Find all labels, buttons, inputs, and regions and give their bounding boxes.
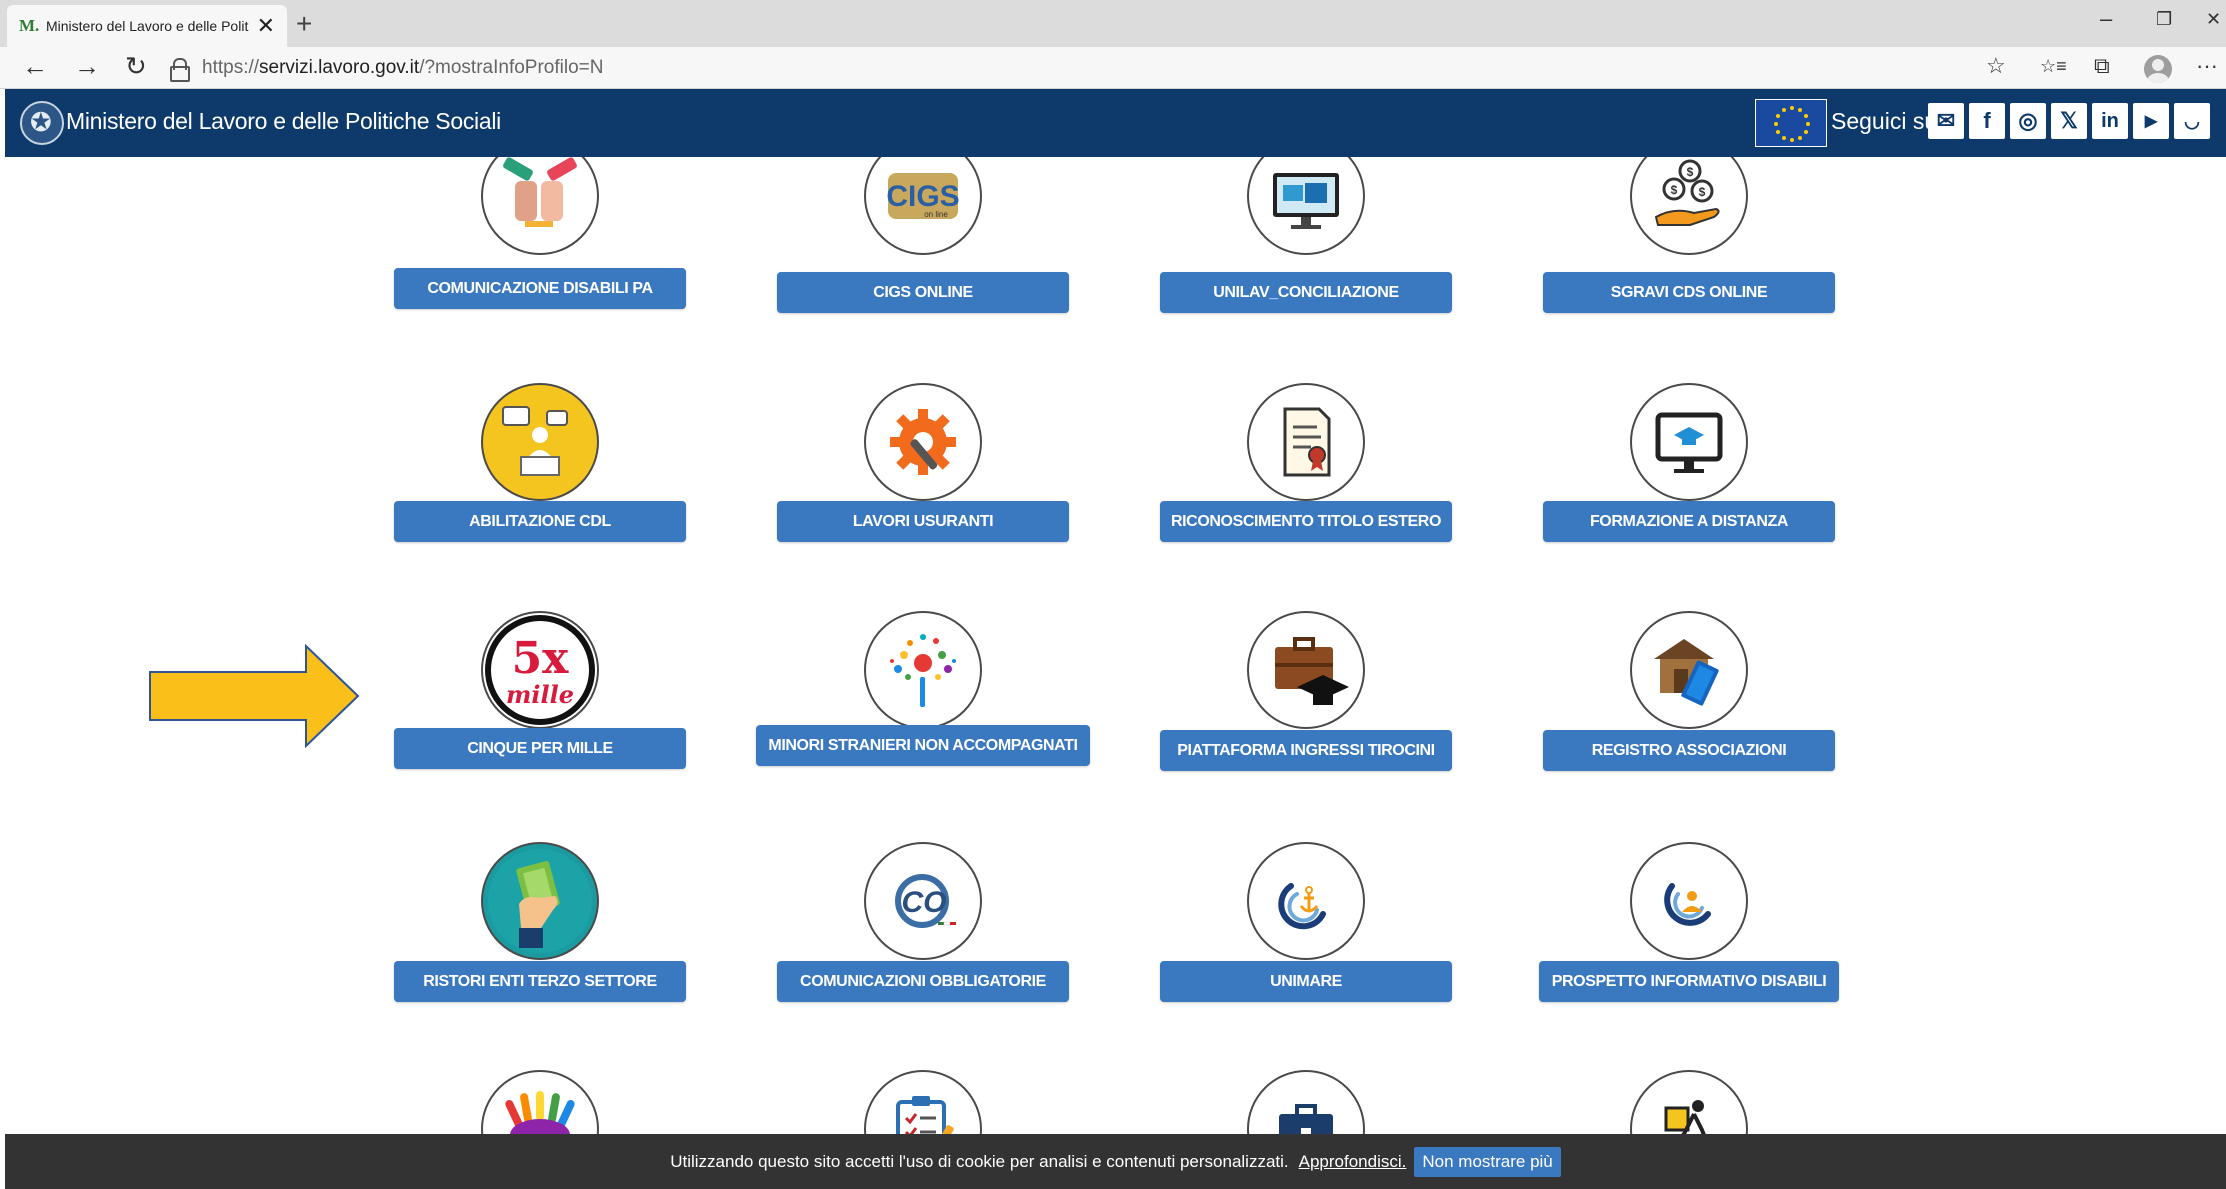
- svg-text:$: $: [1687, 165, 1694, 179]
- money-hand-icon[interactable]: [481, 842, 599, 960]
- cookie-text: Utilizzando questo sito accetti l'uso di…: [670, 1151, 1289, 1171]
- back-icon[interactable]: ←: [22, 51, 48, 82]
- tab-close-icon[interactable]: ✕: [257, 13, 275, 39]
- facebook-icon[interactable]: f: [1969, 103, 2005, 139]
- instagram-icon[interactable]: ◎: [2010, 103, 2046, 139]
- address-bar: ← → ↻ https://servizi.lavoro.gov.it/?mos…: [0, 47, 2226, 89]
- linkedin-icon[interactable]: in: [2092, 103, 2128, 139]
- coins-hand-icon[interactable]: $ $ $: [1630, 157, 1748, 255]
- service-button-registro-associazioni[interactable]: REGISTRO ASSOCIAZIONI: [1543, 730, 1835, 771]
- close-window-icon[interactable]: ✕: [2206, 9, 2221, 30]
- italian-republic-emblem-icon[interactable]: [20, 101, 64, 145]
- dots-burst-icon[interactable]: [864, 611, 982, 729]
- house-book-icon[interactable]: [1630, 611, 1748, 729]
- service-button-cinque-per-mille[interactable]: CINQUE PER MILLE: [394, 728, 686, 769]
- co-logo-text: CO: [902, 886, 947, 919]
- minimize-icon[interactable]: –: [2100, 6, 2112, 32]
- highlight-arrow-icon: [149, 644, 360, 748]
- handshake-icon[interactable]: [481, 157, 599, 255]
- tab-title: Ministero del Lavoro e delle Polit: [46, 18, 249, 34]
- profile-avatar-icon[interactable]: [2144, 55, 2172, 83]
- speaker-podium-icon[interactable]: [481, 383, 599, 501]
- eu-star-icon: [1803, 130, 1808, 134]
- eu-star-icon: [1774, 122, 1778, 126]
- favorite-star-icon[interactable]: ☆: [1986, 53, 2006, 79]
- more-menu-icon[interactable]: ···: [2196, 53, 2218, 79]
- eu-star-icon: [1790, 138, 1794, 142]
- cinque-per-mille-logo[interactable]: 5x mille: [481, 611, 599, 729]
- certificate-icon[interactable]: [1247, 383, 1365, 501]
- service-button-comunicazione-disabili-pa[interactable]: COMUNICAZIONE DISABILI PA: [394, 268, 686, 309]
- service-button-cigs-online[interactable]: CIGS ONLINE: [777, 272, 1069, 313]
- briefcase-cap-icon[interactable]: [1247, 611, 1365, 729]
- forward-icon[interactable]: →: [74, 51, 100, 82]
- eu-star-icon: [1798, 108, 1802, 113]
- ministry-title[interactable]: Ministero del Lavoro e delle Politiche S…: [66, 108, 501, 135]
- x-icon[interactable]: 𝕏: [2051, 103, 2087, 139]
- service-button-minori-stranieri[interactable]: MINORI STRANIERI NON ACCOMPAGNATI: [756, 725, 1090, 766]
- browser-tab[interactable]: M. Ministero del Lavoro e delle Polit ✕: [7, 5, 287, 47]
- svg-text:$: $: [1699, 185, 1706, 199]
- service-button-unilav-conciliazione[interactable]: UNILAV_CONCILIAZIONE: [1160, 272, 1452, 313]
- eu-star-icon: [1798, 135, 1802, 140]
- cinque-logo-sub: mille: [506, 680, 574, 709]
- service-button-sgravi-cds-online[interactable]: SGRAVI CDS ONLINE: [1543, 272, 1835, 313]
- rss-icon[interactable]: ◡: [2174, 103, 2210, 139]
- person-swirl-icon[interactable]: [1630, 842, 1748, 960]
- service-button-piattaforma-ingressi-tirocini[interactable]: PIATTAFORMA INGRESSI TIROCINI: [1160, 730, 1452, 771]
- url-field[interactable]: https://servizi.lavoro.gov.it/?mostraInf…: [170, 51, 2040, 85]
- svg-text:$: $: [1671, 183, 1678, 197]
- cookie-more-info-link[interactable]: Approfondisci.: [1299, 1152, 1407, 1172]
- cigs-logo-icon[interactable]: CIGS on line: [864, 157, 982, 255]
- eu-star-icon: [1782, 135, 1786, 140]
- service-button-unimare[interactable]: UNIMARE: [1160, 961, 1452, 1002]
- service-button-comunicazioni-obbligatorie[interactable]: COMUNICAZIONI OBBLIGATORIE: [777, 961, 1069, 1002]
- collections-icon[interactable]: ⧉: [2094, 53, 2110, 79]
- site-header: Ministero del Lavoro e delle Politiche S…: [5, 89, 2226, 157]
- gear-wrench-icon[interactable]: [864, 383, 982, 501]
- monitor-puzzle-icon[interactable]: [1247, 157, 1365, 255]
- eu-star-icon: [1776, 114, 1781, 118]
- refresh-icon[interactable]: ↻: [125, 51, 147, 82]
- follow-label: Seguici su:: [1831, 108, 1944, 134]
- service-button-abilitazione-cdl[interactable]: ABILITAZIONE CDL: [394, 501, 686, 542]
- eu-star-icon: [1806, 122, 1810, 126]
- eu-star-icon: [1790, 106, 1794, 110]
- monitor-graduation-icon[interactable]: [1630, 383, 1748, 501]
- site-favicon-icon: M.: [19, 16, 40, 35]
- cookie-banner: Utilizzando questo sito accetti l'uso di…: [5, 1134, 2226, 1189]
- service-button-ristori-enti-terzo-settore[interactable]: RISTORI ENTI TERZO SETTORE: [394, 961, 686, 1002]
- favorites-list-icon[interactable]: ☆≡: [2040, 56, 2067, 77]
- url-text: https://servizi.lavoro.gov.it/?mostraInf…: [202, 57, 604, 78]
- cookie-dismiss-button[interactable]: Non mostrare più: [1414, 1146, 1561, 1177]
- service-button-formazione-a-distanza[interactable]: FORMAZIONE A DISTANZA: [1543, 501, 1835, 542]
- eu-flag-icon[interactable]: [1755, 99, 1827, 147]
- cinque-logo-main: 5x: [512, 633, 570, 684]
- youtube-icon[interactable]: ▶: [2133, 103, 2169, 139]
- co-at-logo-icon[interactable]: CO: [864, 842, 982, 960]
- eu-star-icon: [1782, 108, 1786, 113]
- eu-star-icon: [1776, 130, 1781, 134]
- email-icon[interactable]: ✉: [1928, 103, 1964, 139]
- services-grid: COMUNICAZIONE DISABILI PA CIGS on line CI…: [5, 157, 2226, 1189]
- restore-icon[interactable]: ❐: [2156, 9, 2172, 30]
- svg-text:on line: on line: [924, 210, 948, 219]
- anchor-logo-icon[interactable]: [1247, 842, 1365, 960]
- new-tab-button[interactable]: +: [296, 8, 312, 40]
- svg-text:CIGS: CIGS: [886, 180, 959, 213]
- browser-tabstrip: M. Ministero del Lavoro e delle Polit ✕ …: [0, 0, 2226, 47]
- lock-icon: [170, 58, 190, 82]
- service-button-lavori-usuranti[interactable]: LAVORI USURANTI: [777, 501, 1069, 542]
- service-button-prospetto-informativo-disabili[interactable]: PROSPETTO INFORMATIVO DISABILI: [1539, 961, 1839, 1002]
- eu-star-icon: [1803, 114, 1808, 118]
- service-button-riconoscimento-titolo-estero[interactable]: RICONOSCIMENTO TITOLO ESTERO: [1160, 501, 1452, 542]
